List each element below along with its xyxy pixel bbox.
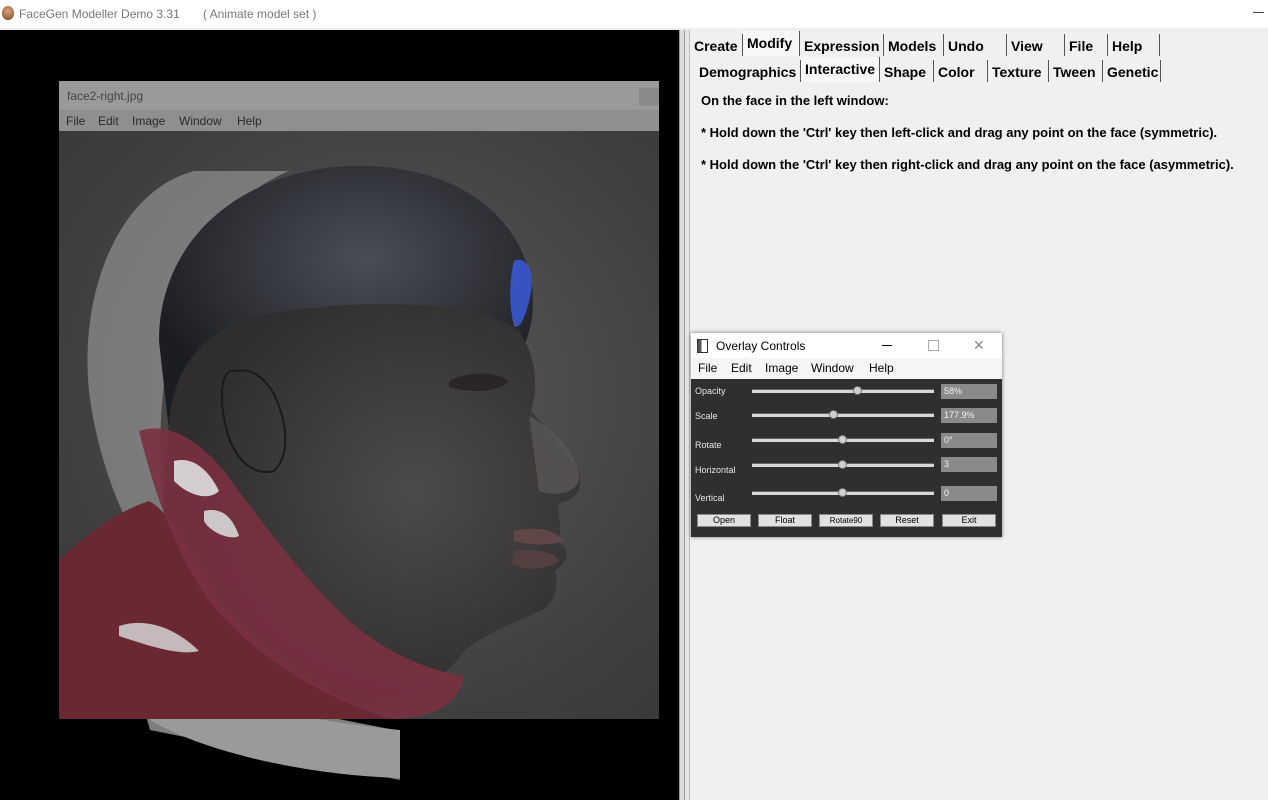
oc-menu-image[interactable]: Image <box>765 361 798 375</box>
overlay-image-window[interactable]: face2-right.jpg File Edit Image Window H… <box>59 81 659 719</box>
tab-texture[interactable]: Texture <box>988 60 1049 82</box>
scale-slider-thumb[interactable] <box>828 410 838 419</box>
rotate90-button[interactable]: Rotate90 <box>819 514 873 527</box>
horizontal-slider-thumb[interactable] <box>838 460 847 469</box>
image-menu-help[interactable]: Help <box>237 114 262 128</box>
oc-menu-edit[interactable]: Edit <box>731 361 752 375</box>
face-viewport[interactable]: face2-right.jpg File Edit Image Window H… <box>0 30 679 800</box>
tab-interactive[interactable]: Interactive <box>801 57 880 82</box>
rotate-slider-thumb[interactable] <box>838 435 847 444</box>
tab-file[interactable]: File <box>1065 34 1108 56</box>
opacity-slider-thumb[interactable] <box>852 386 862 395</box>
maximize-icon[interactable] <box>928 340 939 351</box>
opacity-slider[interactable] <box>752 386 934 395</box>
vertical-label: Vertical <box>695 493 725 503</box>
tab-undo[interactable]: Undo <box>944 34 1007 56</box>
scale-value[interactable]: 177.9% <box>941 408 997 423</box>
float-button[interactable]: Float <box>758 514 812 527</box>
rotate-label: Rotate <box>695 440 722 450</box>
app-title-bar: FaceGen Modeller Demo 3.31 ( Animate mod… <box>0 0 1268 28</box>
image-menu-file[interactable]: File <box>66 114 85 128</box>
app-subtitle: ( Animate model set ) <box>203 7 317 21</box>
scale-label: Scale <box>695 411 718 421</box>
scale-slider[interactable] <box>752 410 934 419</box>
image-menu-window[interactable]: Window <box>179 114 222 128</box>
overlay-controls-title: Overlay Controls <box>716 339 806 353</box>
tab-tween[interactable]: Tween <box>1049 60 1103 82</box>
tab-demographics[interactable]: Demographics <box>695 60 801 82</box>
tab-genetic[interactable]: Genetic <box>1103 60 1161 82</box>
app-title: FaceGen Modeller Demo 3.31 <box>19 7 180 21</box>
tab-expression[interactable]: Expression <box>800 34 884 56</box>
tab-models[interactable]: Models <box>884 34 944 56</box>
rotate-value[interactable]: 0° <box>941 433 997 448</box>
horizontal-value[interactable]: 3 <box>941 457 997 472</box>
horizontal-slider[interactable] <box>752 460 934 469</box>
rotate-slider[interactable] <box>752 435 934 444</box>
vertical-value[interactable]: 0 <box>941 486 997 501</box>
image-window-close-button[interactable] <box>639 88 659 106</box>
tab-color[interactable]: Color <box>934 60 988 82</box>
overlay-controls-dialog[interactable]: Overlay Controls ✕ File Edit Image Windo… <box>691 333 1002 537</box>
reset-button[interactable]: Reset <box>880 514 934 527</box>
instruction-symmetric: * Hold down the 'Ctrl' key then left-cli… <box>701 125 1218 140</box>
tab-create[interactable]: Create <box>690 34 743 56</box>
tab-shape[interactable]: Shape <box>880 60 934 82</box>
window-icon <box>697 339 708 353</box>
face-profile-illustration <box>59 165 581 719</box>
image-menu-image[interactable]: Image <box>132 114 165 128</box>
image-window-title-bar[interactable]: face2-right.jpg <box>59 81 659 110</box>
horizontal-label: Horizontal <box>695 465 736 475</box>
image-window-title: face2-right.jpg <box>67 89 144 103</box>
minimize-icon[interactable] <box>882 345 892 346</box>
image-menu-edit[interactable]: Edit <box>98 114 119 128</box>
opacity-label: Opacity <box>695 386 726 396</box>
opacity-value[interactable]: 58% <box>941 384 997 399</box>
vertical-slider-thumb[interactable] <box>838 488 847 497</box>
tab-view[interactable]: View <box>1007 34 1065 56</box>
minimize-icon[interactable] <box>1253 12 1264 13</box>
image-window-menubar: File Edit Image Window Help <box>59 110 659 131</box>
open-button[interactable]: Open <box>697 514 751 527</box>
oc-menu-window[interactable]: Window <box>811 361 854 375</box>
oc-menu-file[interactable]: File <box>698 361 717 375</box>
overlay-controls-title-bar[interactable]: Overlay Controls ✕ <box>691 333 1002 358</box>
overlay-photo[interactable] <box>59 131 659 719</box>
overlay-controls-menubar: File Edit Image Window Help <box>691 358 1002 379</box>
vertical-slider[interactable] <box>752 488 934 497</box>
instruction-asymmetric: * Hold down the 'Ctrl' key then right-cl… <box>701 157 1234 172</box>
tab-modify[interactable]: Modify <box>743 31 800 56</box>
app-face-icon <box>2 6 14 20</box>
close-icon[interactable]: ✕ <box>973 337 985 354</box>
instruction-heading: On the face in the left window: <box>701 93 889 108</box>
oc-menu-help[interactable]: Help <box>869 361 894 375</box>
exit-button[interactable]: Exit <box>942 514 996 527</box>
tab-help[interactable]: Help <box>1108 34 1160 56</box>
